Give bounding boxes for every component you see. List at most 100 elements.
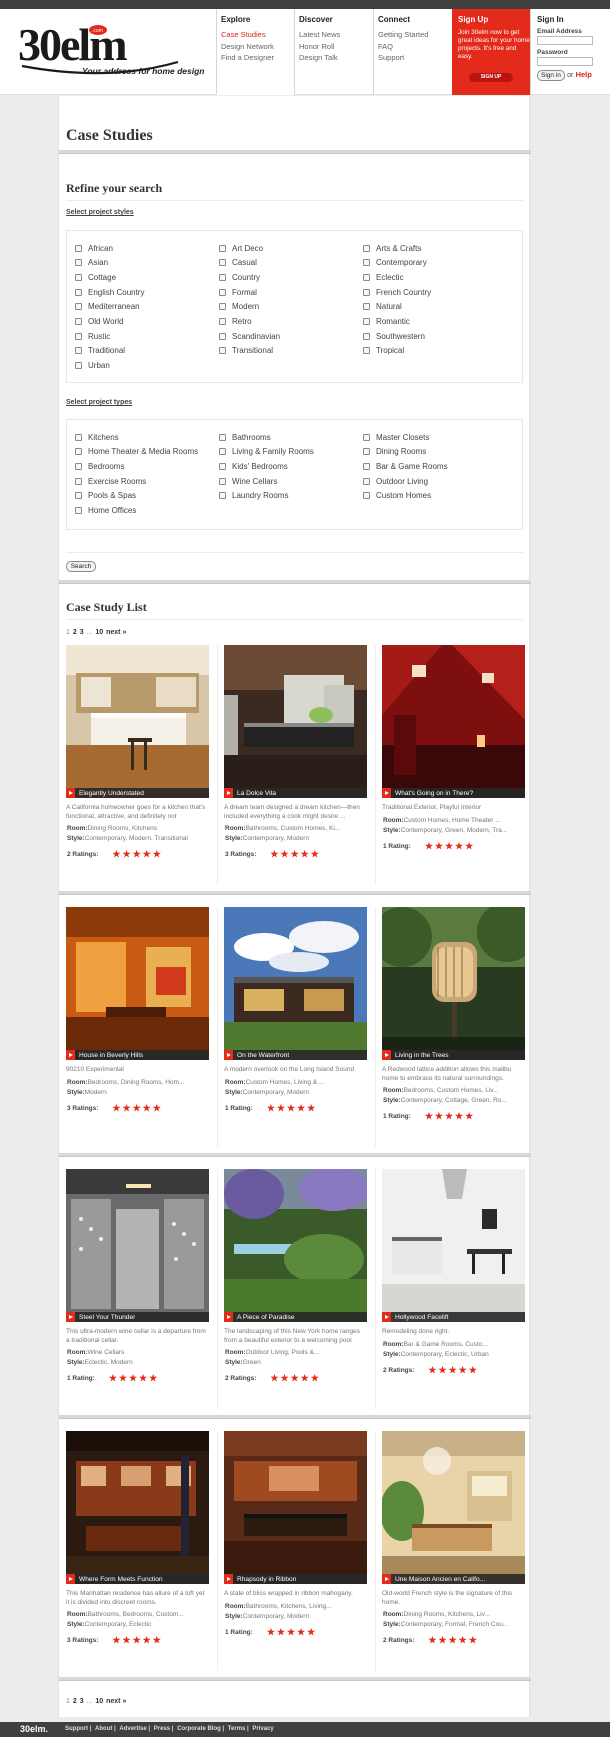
style-option-tropical[interactable]: Tropical bbox=[363, 346, 404, 356]
checkbox[interactable] bbox=[75, 332, 82, 340]
star-icon[interactable]: ★ bbox=[465, 1112, 473, 1121]
star-icon[interactable]: ★ bbox=[153, 1103, 161, 1113]
star-icon[interactable]: ★ bbox=[297, 1627, 305, 1637]
email-field[interactable] bbox=[537, 36, 593, 45]
checkbox[interactable] bbox=[75, 477, 82, 485]
page-2[interactable]: 2 bbox=[73, 629, 77, 636]
nav-link-latest-news[interactable]: Latest News bbox=[299, 30, 373, 39]
star-icon[interactable]: ★ bbox=[109, 1374, 117, 1383]
nav-link-faq[interactable]: FAQ bbox=[378, 42, 452, 51]
type-option-exercise-rooms[interactable]: Exercise Rooms bbox=[75, 476, 146, 486]
case-study-image[interactable] bbox=[66, 907, 209, 1060]
case-study-image[interactable] bbox=[224, 1431, 367, 1584]
case-study-card[interactable]: Une Maison Ancien en Califo... Old-world … bbox=[382, 1431, 525, 1671]
checkbox[interactable] bbox=[75, 273, 82, 281]
star-icon[interactable]: ★ bbox=[469, 1636, 477, 1645]
type-option-dining-rooms[interactable]: Dining Rooms bbox=[363, 447, 426, 457]
checkbox[interactable] bbox=[219, 303, 226, 311]
page-2[interactable]: 2 bbox=[73, 1698, 77, 1705]
next-page-link[interactable]: next » bbox=[106, 1698, 126, 1705]
help-link[interactable]: Help bbox=[576, 70, 592, 79]
type-option-bathrooms[interactable]: Bathrooms bbox=[219, 432, 271, 442]
style-option-english-country[interactable]: English Country bbox=[75, 287, 144, 297]
type-option-home-offices[interactable]: Home Offices bbox=[75, 506, 136, 516]
checkbox[interactable] bbox=[75, 288, 82, 296]
star-icon[interactable]: ★ bbox=[428, 1636, 436, 1645]
case-study-image[interactable] bbox=[224, 907, 367, 1060]
star-icon[interactable]: ★ bbox=[119, 1374, 127, 1383]
type-option-bedrooms[interactable]: Bedrooms bbox=[75, 461, 124, 471]
star-icon[interactable]: ★ bbox=[459, 1636, 467, 1645]
checkbox[interactable] bbox=[75, 347, 82, 355]
checkbox[interactable] bbox=[75, 448, 82, 456]
star-icon[interactable]: ★ bbox=[153, 850, 161, 859]
star-icon[interactable]: ★ bbox=[455, 1112, 463, 1121]
star-icon[interactable]: ★ bbox=[307, 1627, 315, 1637]
star-icon[interactable]: ★ bbox=[133, 1103, 141, 1113]
page-3[interactable]: 3 bbox=[80, 629, 84, 636]
checkbox[interactable] bbox=[219, 448, 226, 456]
star-icon[interactable]: ★ bbox=[435, 841, 443, 851]
case-study-card[interactable]: On the Waterfront A modern overlook on th… bbox=[224, 907, 367, 1147]
checkbox[interactable] bbox=[75, 244, 82, 252]
style-option-transitional[interactable]: Transitional bbox=[219, 346, 273, 356]
case-study-image[interactable] bbox=[382, 645, 525, 798]
page-3[interactable]: 3 bbox=[80, 1698, 84, 1705]
type-option-living-family-rooms[interactable]: Living & Family Rooms bbox=[219, 447, 314, 457]
page-10[interactable]: 10 bbox=[95, 1698, 103, 1705]
style-option-mediterranean[interactable]: Mediterranean bbox=[75, 302, 140, 312]
star-icon[interactable]: ★ bbox=[449, 1365, 457, 1375]
star-icon[interactable]: ★ bbox=[307, 1103, 315, 1113]
nav-link-design-talk[interactable]: Design Talk bbox=[299, 53, 373, 62]
case-study-image[interactable] bbox=[382, 907, 525, 1060]
star-icon[interactable]: ★ bbox=[267, 1103, 275, 1113]
style-option-arts-crafts[interactable]: Arts & Crafts bbox=[363, 243, 421, 253]
star-icon[interactable]: ★ bbox=[311, 850, 319, 859]
style-option-asian[interactable]: Asian bbox=[75, 258, 108, 268]
style-option-eclectic[interactable]: Eclectic bbox=[363, 272, 404, 282]
type-option-master-closets[interactable]: Master Closets bbox=[363, 432, 429, 442]
checkbox[interactable] bbox=[219, 462, 226, 470]
type-option-home-theater-media-rooms[interactable]: Home Theater & Media Rooms bbox=[75, 447, 198, 457]
star-rating[interactable]: ★ ★ ★ ★ ★ bbox=[112, 1636, 162, 1645]
style-option-casual[interactable]: Casual bbox=[219, 258, 257, 268]
checkbox[interactable] bbox=[75, 318, 82, 325]
star-icon[interactable]: ★ bbox=[267, 1627, 275, 1637]
case-study-image[interactable] bbox=[66, 645, 209, 798]
type-option-bar-game-rooms[interactable]: Bar & Game Rooms bbox=[363, 461, 448, 471]
case-study-caption[interactable]: Une Maison Ancien en Califo... bbox=[382, 1574, 525, 1584]
case-study-caption[interactable]: Rhapsody in Ribbon bbox=[224, 1574, 367, 1584]
footer-link-support[interactable]: Support bbox=[65, 1726, 88, 1732]
case-study-caption[interactable]: A Piece of Paradise bbox=[224, 1312, 367, 1322]
style-option-modern[interactable]: Modern bbox=[219, 302, 259, 312]
style-option-romantic[interactable]: Romantic bbox=[363, 317, 410, 327]
case-study-image[interactable] bbox=[224, 645, 367, 798]
star-icon[interactable]: ★ bbox=[143, 1103, 151, 1113]
star-rating[interactable]: ★ ★ ★ ★ ★ bbox=[109, 1374, 159, 1383]
page-1[interactable]: 1 bbox=[66, 1698, 70, 1705]
type-option-kitchens[interactable]: Kitchens bbox=[75, 432, 119, 442]
star-icon[interactable]: ★ bbox=[123, 850, 131, 859]
style-option-african[interactable]: African bbox=[75, 243, 113, 253]
case-study-image[interactable] bbox=[66, 1431, 209, 1584]
star-icon[interactable]: ★ bbox=[123, 1636, 131, 1645]
checkbox[interactable] bbox=[75, 433, 82, 441]
star-rating[interactable]: ★ ★ ★ ★ ★ bbox=[112, 850, 162, 859]
star-icon[interactable]: ★ bbox=[291, 1374, 299, 1383]
case-study-image[interactable] bbox=[224, 1169, 367, 1322]
case-study-card[interactable]: Rhapsody in Ribbon A state of bliss wrapp… bbox=[224, 1431, 367, 1671]
nav-link-find-designer[interactable]: Find a Designer bbox=[221, 53, 294, 62]
checkbox[interactable] bbox=[363, 303, 370, 311]
star-rating[interactable]: ★ ★ ★ ★ ★ bbox=[112, 1103, 162, 1113]
case-study-caption[interactable]: Where Form Meets Function bbox=[66, 1574, 209, 1584]
checkbox[interactable] bbox=[363, 288, 370, 296]
checkbox[interactable] bbox=[363, 477, 370, 485]
checkbox[interactable] bbox=[363, 332, 370, 340]
checkbox[interactable] bbox=[75, 462, 82, 470]
star-icon[interactable]: ★ bbox=[459, 1365, 467, 1375]
signin-button[interactable]: Sign in bbox=[537, 70, 565, 81]
checkbox[interactable] bbox=[219, 259, 226, 267]
checkbox[interactable] bbox=[219, 288, 226, 296]
star-rating[interactable]: ★ ★ ★ ★ ★ bbox=[428, 1365, 478, 1375]
checkbox[interactable] bbox=[363, 347, 370, 355]
